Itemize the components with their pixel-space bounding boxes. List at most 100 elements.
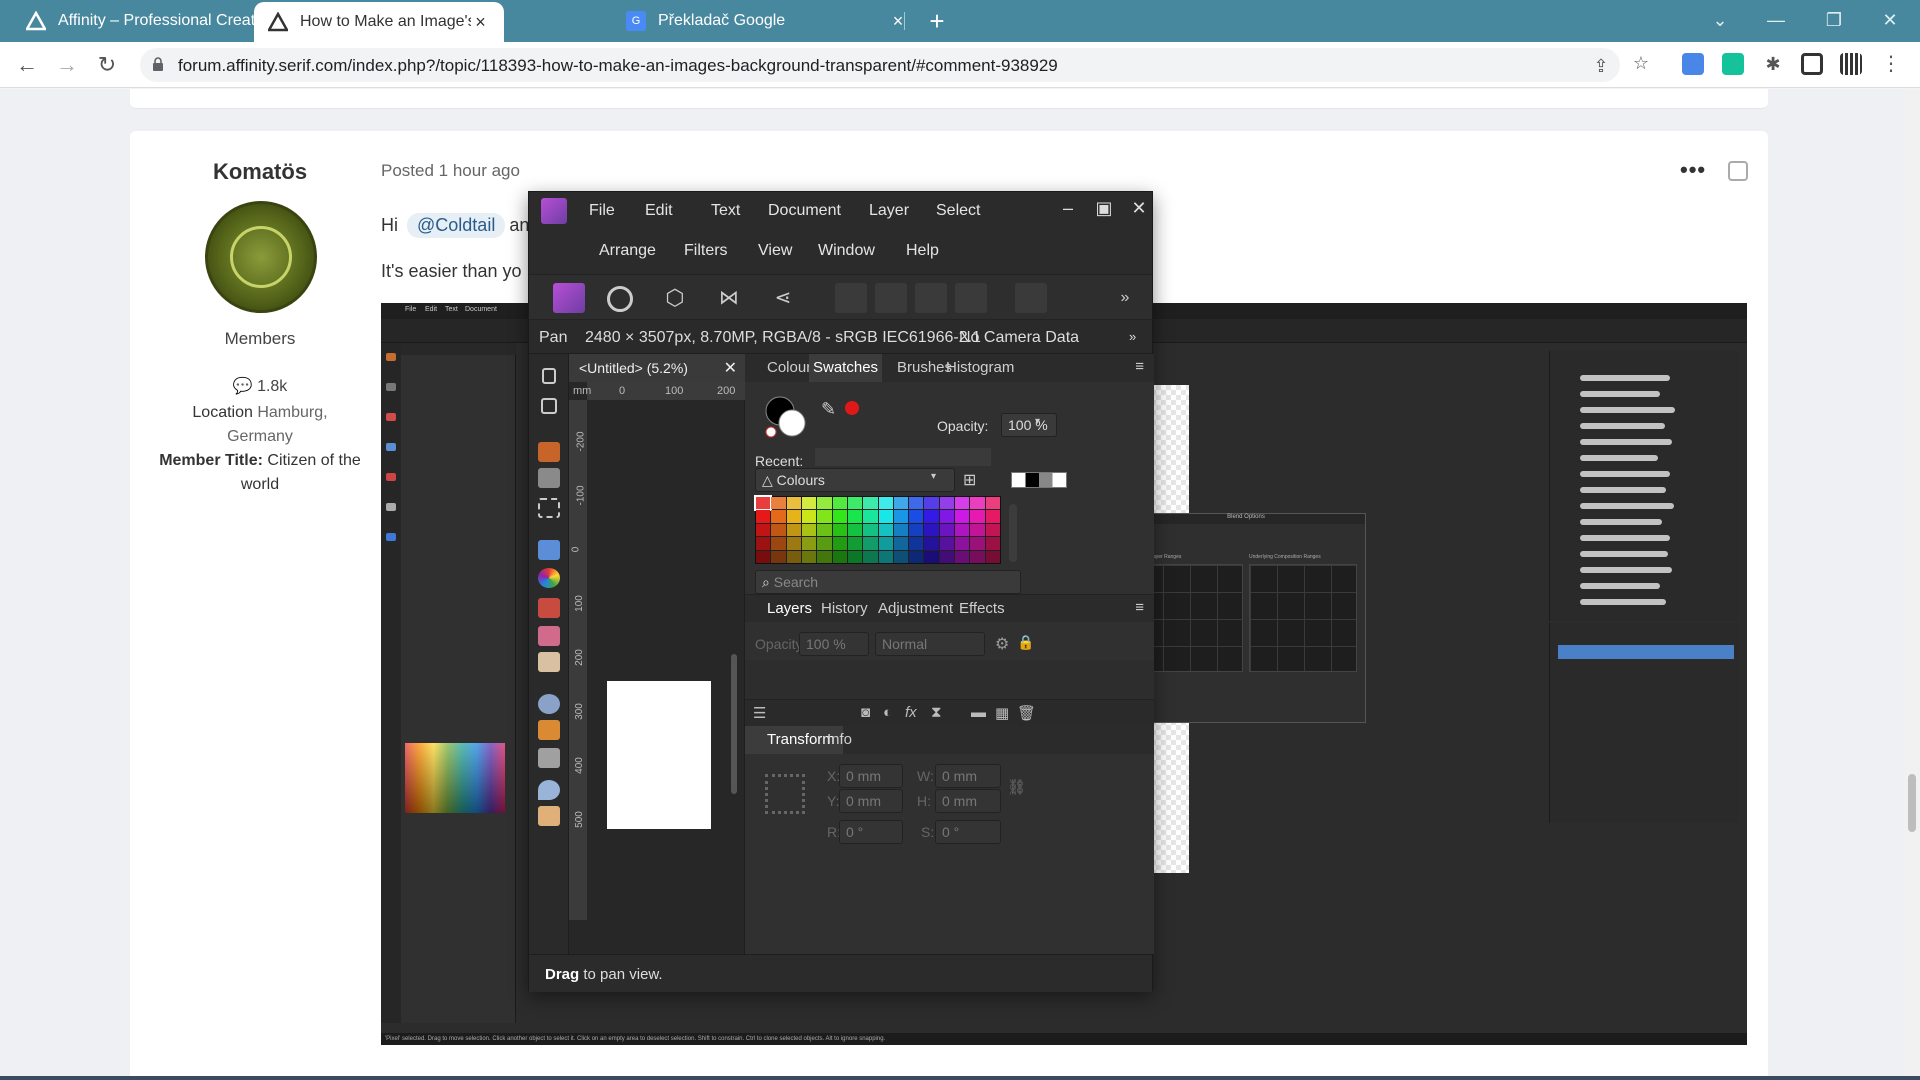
swatch-cell[interactable] bbox=[955, 497, 970, 510]
lock-icon[interactable]: 🔒 bbox=[1017, 634, 1034, 651]
post-options-icon[interactable]: ••• bbox=[1680, 157, 1706, 183]
post-timestamp[interactable]: Posted 1 hour ago bbox=[381, 161, 520, 181]
menu-arrange[interactable]: Arrange bbox=[599, 242, 656, 260]
swatch-cell[interactable] bbox=[909, 523, 924, 537]
swatch-cell[interactable] bbox=[847, 537, 863, 550]
swatch-cell[interactable] bbox=[817, 523, 832, 537]
disabled-tool-icon[interactable] bbox=[875, 283, 907, 313]
develop-persona-icon[interactable]: ⬡ bbox=[659, 283, 691, 313]
h-field[interactable]: 0 mm bbox=[935, 789, 1001, 813]
tone-mapping-persona-icon[interactable]: ⋈ bbox=[713, 283, 745, 313]
swatch-cell[interactable] bbox=[832, 537, 847, 550]
forward-icon[interactable]: → bbox=[52, 50, 82, 80]
swatch-cell[interactable] bbox=[878, 537, 893, 550]
close-icon[interactable]: ✕ bbox=[724, 358, 737, 378]
swatch-cell[interactable] bbox=[878, 510, 893, 523]
disabled-tool-icon[interactable] bbox=[955, 283, 987, 313]
tab-colour[interactable]: Colour bbox=[767, 359, 811, 376]
shear-field[interactable]: 0 ° bbox=[935, 820, 1001, 844]
avatar[interactable] bbox=[205, 201, 317, 313]
swatch-cell[interactable] bbox=[801, 510, 817, 523]
mask-layer-icon[interactable]: ◙ bbox=[861, 704, 870, 721]
swatch-cell[interactable] bbox=[909, 537, 924, 550]
layers-list[interactable] bbox=[745, 660, 1154, 700]
swatch-cell[interactable] bbox=[817, 550, 832, 563]
tab-history[interactable]: History bbox=[821, 600, 868, 617]
disabled-tool-icon[interactable] bbox=[915, 283, 947, 313]
eraser-icon[interactable] bbox=[538, 652, 560, 672]
tab-layers[interactable]: Layers bbox=[767, 600, 812, 617]
swatch-cell[interactable] bbox=[909, 497, 924, 510]
swatch-cell[interactable] bbox=[893, 510, 909, 523]
liquify-persona-icon[interactable] bbox=[607, 286, 633, 312]
swatch-cell[interactable] bbox=[817, 510, 832, 523]
maximize-icon[interactable]: ▣ bbox=[1089, 196, 1119, 220]
swatch-cell[interactable] bbox=[786, 537, 801, 550]
share-icon[interactable]: ⇪ bbox=[1590, 55, 1612, 77]
swatch-cell[interactable] bbox=[924, 523, 939, 537]
menu-edit[interactable]: Edit bbox=[645, 202, 673, 220]
paint-brush-icon[interactable] bbox=[538, 598, 560, 618]
swatch-cell[interactable] bbox=[970, 537, 985, 550]
swatch-cell[interactable] bbox=[893, 523, 909, 537]
swatch-cell[interactable] bbox=[924, 550, 939, 563]
move-tool-icon[interactable] bbox=[542, 368, 556, 384]
swatch-cell[interactable] bbox=[863, 523, 878, 537]
translate-extension-icon[interactable] bbox=[1682, 53, 1704, 75]
swatch-cell[interactable] bbox=[801, 537, 817, 550]
swatch-cell[interactable] bbox=[863, 497, 878, 510]
swatch-cell[interactable] bbox=[786, 523, 801, 537]
swatch-cell[interactable] bbox=[955, 510, 970, 523]
document-view[interactable]: <Untitled> (5.2%) ✕ mm 0 100 200 -200 -1… bbox=[569, 354, 745, 972]
swatch-cell[interactable] bbox=[955, 550, 970, 563]
adjustment-icon[interactable]: ◐ bbox=[883, 704, 892, 721]
vertical-scrollbar[interactable] bbox=[731, 654, 737, 794]
tab-histogram[interactable]: Histogram bbox=[946, 359, 1014, 376]
close-icon[interactable]: × bbox=[888, 11, 908, 32]
live-filter-icon[interactable]: ⧗ bbox=[931, 704, 942, 721]
menu-text[interactable]: Text bbox=[711, 202, 740, 220]
address-bar[interactable]: forum.affinity.serif.com/index.php?/topi… bbox=[140, 48, 1620, 82]
crop-tool-icon[interactable] bbox=[541, 398, 557, 414]
swatch-cell[interactable] bbox=[878, 550, 893, 563]
swatch-cell[interactable] bbox=[832, 550, 847, 563]
swatch-cell[interactable] bbox=[939, 523, 955, 537]
opacity-dropdown-icon[interactable]: ▾ bbox=[1035, 416, 1040, 427]
layers-stack-icon[interactable]: ☰ bbox=[753, 704, 766, 722]
swatch-cell[interactable] bbox=[893, 497, 909, 510]
swatch-cell[interactable] bbox=[985, 497, 1000, 510]
panel-menu-icon[interactable]: ≡ bbox=[1135, 358, 1144, 375]
swatch-cell[interactable] bbox=[893, 537, 909, 550]
delete-layer-icon[interactable]: 🗑 bbox=[1017, 704, 1036, 722]
swatch-cell[interactable] bbox=[909, 550, 924, 563]
swatch-cell[interactable] bbox=[863, 537, 878, 550]
fx-icon[interactable]: fx bbox=[905, 704, 917, 721]
swatch-cell[interactable] bbox=[801, 497, 817, 510]
menu-view[interactable]: View bbox=[758, 242, 792, 260]
back-icon[interactable]: ← bbox=[12, 50, 42, 80]
swatch-scrollbar[interactable] bbox=[1009, 504, 1017, 562]
swatch-cell[interactable] bbox=[924, 537, 939, 550]
disabled-tool-icon[interactable] bbox=[835, 283, 867, 313]
swatch-cell[interactable] bbox=[756, 523, 771, 537]
menu-select[interactable]: Select bbox=[936, 202, 980, 220]
clone-stamp-icon[interactable] bbox=[538, 720, 560, 740]
group-folder-icon[interactable]: ▬ bbox=[971, 704, 986, 721]
swatch-cell[interactable] bbox=[801, 550, 817, 563]
menu-help[interactable]: Help bbox=[906, 242, 939, 260]
toolbar-overflow-icon[interactable]: » bbox=[1115, 283, 1135, 313]
swatch-cell[interactable] bbox=[847, 510, 863, 523]
swatch-cell[interactable] bbox=[939, 537, 955, 550]
w-field[interactable]: 0 mm bbox=[935, 764, 1001, 788]
swatch-cell[interactable] bbox=[985, 550, 1000, 563]
document-tab[interactable]: <Untitled> (5.2%) ✕ bbox=[569, 354, 745, 382]
swatch-cell[interactable] bbox=[863, 550, 878, 563]
swatch-cell[interactable] bbox=[832, 497, 847, 510]
swatch-cell[interactable] bbox=[909, 510, 924, 523]
swatch-cell[interactable] bbox=[771, 497, 786, 510]
swatch-cell[interactable] bbox=[939, 497, 955, 510]
swatch-cell[interactable] bbox=[832, 510, 847, 523]
swatch-cell[interactable] bbox=[786, 497, 801, 510]
marquee-tool-icon[interactable] bbox=[538, 498, 560, 518]
photo-persona-icon[interactable] bbox=[553, 283, 585, 313]
